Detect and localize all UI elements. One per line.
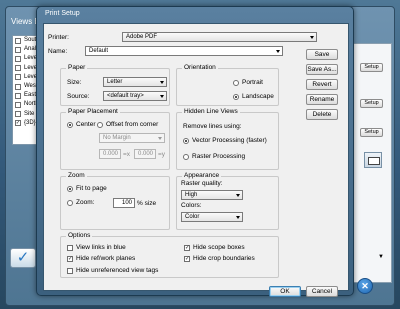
- options-group: Options View links in blue ✓ Hide ref/wor…: [60, 232, 279, 278]
- radio-portrait[interactable]: [233, 80, 239, 86]
- setup-button[interactable]: Setup: [360, 99, 383, 108]
- size-label: Size:: [67, 79, 82, 86]
- x-label: =x: [123, 151, 131, 158]
- list-checkbox[interactable]: [15, 55, 21, 62]
- colors-select[interactable]: Color: [181, 212, 243, 222]
- setup-button[interactable]: Setup: [360, 128, 383, 137]
- chevron-down-icon: [160, 81, 164, 84]
- checkbox-hide-ref-planes[interactable]: ✓: [67, 256, 73, 262]
- dialog-title: Print Setup: [45, 10, 80, 17]
- dialog-body: Printer: Adobe PDF Name: Default Save Sa…: [43, 23, 349, 297]
- zoom-group-title: Zoom: [66, 172, 87, 180]
- list-checkbox[interactable]: [15, 92, 21, 99]
- list-checkbox[interactable]: [15, 83, 21, 90]
- fit-to-page-radio[interactable]: Fit to page: [67, 185, 107, 193]
- delete-button[interactable]: Delete: [306, 109, 338, 120]
- checkmark-icon[interactable]: ✓: [10, 248, 36, 268]
- raster-processing-radio[interactable]: Raster Processing: [183, 153, 245, 161]
- radio-landscape[interactable]: [233, 94, 239, 100]
- margin-select[interactable]: No Margin: [99, 133, 165, 143]
- list-checkbox[interactable]: ✓: [15, 120, 21, 127]
- hide-scope-boxes-checkbox[interactable]: ✓ Hide scope boxes: [184, 244, 245, 252]
- rename-button[interactable]: Rename: [306, 94, 338, 105]
- checkbox-hide-crop[interactable]: ✓: [184, 256, 190, 262]
- checkbox-view-links-blue[interactable]: [67, 245, 73, 251]
- list-checkbox[interactable]: [15, 101, 21, 108]
- list-checkbox[interactable]: [15, 111, 21, 118]
- remove-lines-label: Remove lines using:: [183, 123, 242, 130]
- close-icon[interactable]: ✕: [357, 278, 373, 294]
- printer-label: Printer:: [48, 34, 69, 41]
- chevron-down-icon[interactable]: ▼: [378, 254, 384, 260]
- checkbox-hide-scope-boxes[interactable]: ✓: [184, 245, 190, 251]
- zoom-group: Zoom Fit to page Zoom: 100 % size: [60, 172, 170, 230]
- raster-quality-label: Raster quality:: [181, 180, 223, 187]
- hide-ref-planes-checkbox[interactable]: ✓ Hide ref/work planes: [67, 255, 135, 263]
- revert-button[interactable]: Revert: [306, 79, 338, 90]
- orientation-group: Orientation Portrait Landscape: [176, 64, 279, 106]
- radio-offset[interactable]: [97, 122, 103, 128]
- y-label: =y: [158, 151, 166, 158]
- options-group-title: Options: [66, 232, 93, 240]
- list-checkbox[interactable]: [15, 37, 21, 44]
- chevron-down-icon: [276, 50, 280, 53]
- source-select[interactable]: <default tray>: [103, 91, 167, 101]
- offset-radio[interactable]: Offset from corner: [97, 121, 158, 129]
- name-select[interactable]: Default: [85, 46, 283, 56]
- chevron-down-icon: [236, 194, 240, 197]
- chevron-down-icon: [158, 137, 162, 140]
- hide-unreferenced-checkbox[interactable]: Hide unreferenced view tags: [67, 267, 158, 275]
- print-setup-dialog: Print Setup Printer: Adobe PDF Name: Def…: [36, 6, 354, 297]
- radio-zoom[interactable]: [67, 200, 73, 206]
- setup-button[interactable]: Setup: [360, 63, 383, 72]
- radio-raster[interactable]: [183, 154, 189, 160]
- paper-placement-group: Paper Placement Center Offset from corne…: [60, 108, 170, 170]
- save-as-button[interactable]: Save As...: [306, 64, 338, 75]
- vector-processing-radio[interactable]: Vector Processing (faster): [183, 137, 267, 145]
- hidden-line-group: Hidden Line Views Remove lines using: Ve…: [176, 108, 279, 170]
- printer-select[interactable]: Adobe PDF: [122, 32, 317, 42]
- appearance-group: Appearance Raster quality: High Colors: …: [176, 172, 279, 230]
- radio-vector[interactable]: [183, 138, 189, 144]
- name-label: Name:: [48, 48, 68, 55]
- view-links-blue-checkbox[interactable]: View links in blue: [67, 244, 126, 252]
- x-offset-input[interactable]: 0.000: [99, 149, 121, 159]
- chevron-down-icon: [160, 95, 164, 98]
- portrait-radio[interactable]: Portrait: [233, 79, 263, 87]
- raster-quality-select[interactable]: High: [181, 190, 243, 200]
- orientation-group-title: Orientation: [182, 64, 218, 72]
- save-button[interactable]: Save: [306, 49, 338, 60]
- chevron-down-icon: [310, 36, 314, 39]
- size-select[interactable]: Letter: [103, 77, 167, 87]
- radio-center[interactable]: [67, 122, 73, 128]
- colors-label: Colors:: [181, 202, 202, 209]
- y-offset-input[interactable]: 0.000: [134, 149, 156, 159]
- zoom-unit-label: % size: [137, 200, 157, 207]
- source-label: Source:: [67, 93, 90, 100]
- landscape-radio[interactable]: Landscape: [233, 93, 274, 101]
- hidden-line-group-title: Hidden Line Views: [182, 108, 240, 116]
- radio-fit[interactable]: [67, 186, 73, 192]
- chevron-down-icon: [236, 216, 240, 219]
- paper-group-title: Paper: [66, 64, 88, 72]
- hide-crop-checkbox[interactable]: ✓ Hide crop boundaries: [184, 255, 255, 263]
- appearance-group-title: Appearance: [182, 172, 222, 180]
- ok-button[interactable]: OK: [269, 286, 301, 297]
- zoom-value-input[interactable]: 100: [113, 198, 135, 208]
- list-checkbox[interactable]: [15, 46, 21, 53]
- zoom-radio[interactable]: Zoom:: [67, 199, 94, 207]
- list-checkbox[interactable]: [15, 65, 21, 72]
- list-checkbox[interactable]: [15, 74, 21, 81]
- paper-placement-group-title: Paper Placement: [66, 108, 120, 116]
- cancel-button[interactable]: Cancel: [306, 286, 338, 297]
- print-preview-icon[interactable]: [364, 152, 382, 168]
- center-radio[interactable]: Center: [67, 121, 96, 129]
- paper-group: Paper Size: Letter Source: <default tray…: [60, 64, 170, 106]
- checkbox-hide-unreferenced[interactable]: [67, 268, 73, 274]
